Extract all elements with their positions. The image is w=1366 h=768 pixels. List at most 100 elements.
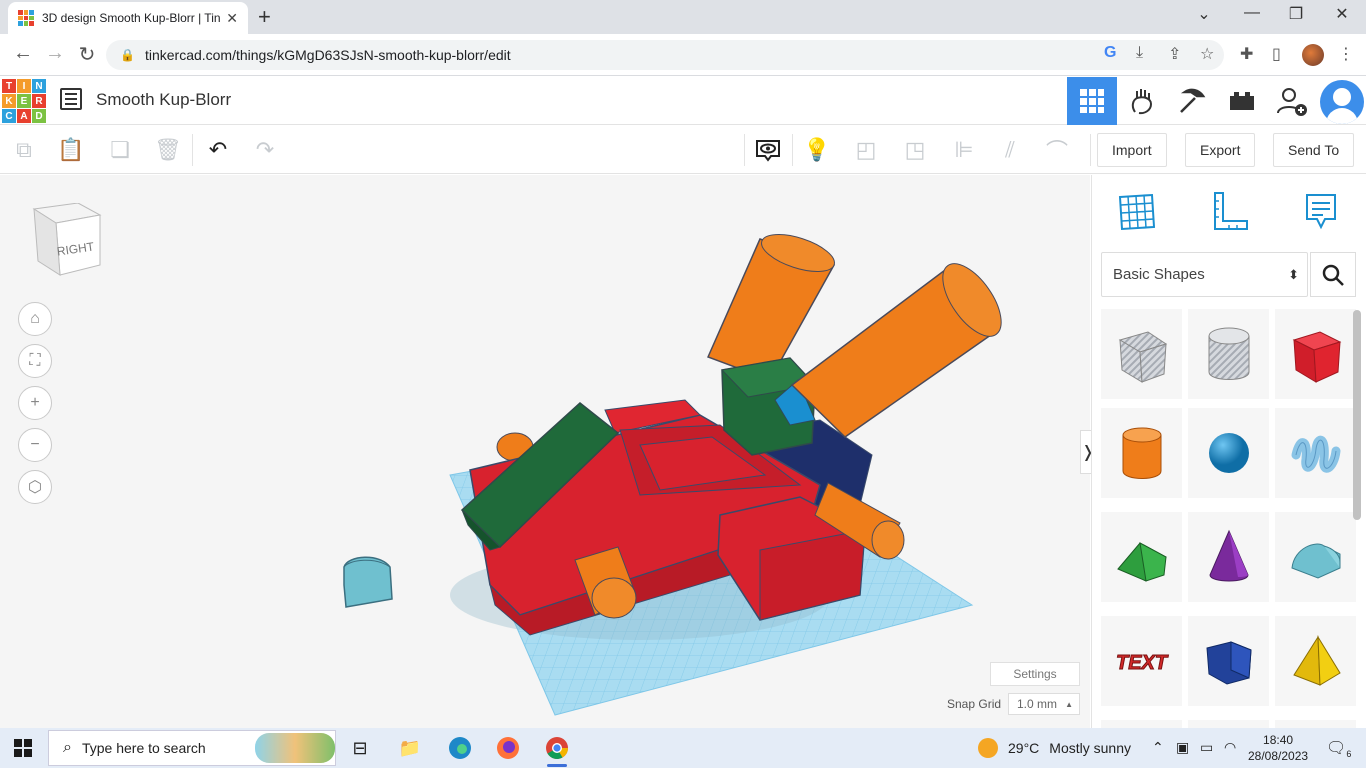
shape-roof[interactable]: [1101, 512, 1182, 602]
user-avatar[interactable]: [1320, 80, 1364, 124]
bookmark-star-icon[interactable]: ☆: [1200, 44, 1214, 64]
battery-icon[interactable]: ▭: [1200, 739, 1213, 756]
mirror-icon[interactable]: ⫽: [996, 136, 1024, 164]
workplane-grid-icon: [1118, 193, 1156, 231]
bricks-button[interactable]: [1217, 77, 1267, 125]
notes-button[interactable]: [1299, 189, 1343, 233]
shape-box-hole[interactable]: [1101, 309, 1182, 399]
clock-time: 18:40: [1263, 733, 1294, 747]
taskbar-search-box[interactable]: ⌕ Type here to search: [48, 730, 336, 766]
shape-text[interactable]: TEXT: [1101, 616, 1182, 706]
import-button[interactable]: Import: [1097, 133, 1167, 167]
design-list-icon[interactable]: [60, 88, 82, 110]
copy-icon[interactable]: ⧉: [10, 136, 38, 164]
shape-cylinder-hole[interactable]: [1188, 309, 1269, 399]
align-icon[interactable]: ⊫: [950, 136, 978, 164]
shape-pyramid[interactable]: [1275, 616, 1356, 706]
shape-box[interactable]: [1275, 309, 1356, 399]
grid-icon: [1080, 89, 1104, 113]
shape-category-select[interactable]: Basic Shapes ⬍: [1101, 252, 1308, 297]
browser-tab[interactable]: 3D design Smooth Kup-Blorr | Tinkercad ✕: [8, 2, 248, 34]
taskbar-search-placeholder: Type here to search: [81, 740, 206, 756]
extensions-puzzle-icon[interactable]: ✚: [1240, 44, 1253, 64]
lego-brick-icon: [1230, 92, 1254, 110]
duplicate-icon[interactable]: ❏: [106, 136, 134, 164]
forward-arrow-icon[interactable]: →: [42, 42, 68, 65]
ruler-button[interactable]: [1207, 189, 1251, 233]
shape-half-sphere[interactable]: [1188, 616, 1269, 706]
notifications-icon[interactable]: 🗨6: [1326, 738, 1351, 759]
pyramid-icon: [1292, 635, 1341, 686]
roof-icon: [1116, 542, 1167, 582]
edge-browser-icon[interactable]: [446, 734, 474, 762]
shape-round-roof[interactable]: [1275, 512, 1356, 602]
workplane-button[interactable]: [1114, 189, 1158, 233]
cruise-magnet-icon[interactable]: ⌒: [1043, 136, 1071, 164]
invite-user-button[interactable]: [1267, 77, 1317, 125]
notes-eye-icon[interactable]: [754, 136, 782, 164]
3d-view-grid-button[interactable]: [1067, 77, 1117, 125]
reload-icon[interactable]: ↻: [74, 42, 100, 67]
shape-search-button[interactable]: [1310, 252, 1356, 297]
workplane-viewport[interactable]: RIGHT ⌂ ⛶ + − ⬡ Settings Snap Grid 1.0 m…: [0, 175, 1090, 728]
url-field[interactable]: 🔒 tinkercad.com/things/kGMgD63SJsN-smoot…: [106, 40, 1224, 70]
panel-scrollbar[interactable]: [1353, 310, 1361, 520]
browser-profile-avatar[interactable]: [1302, 44, 1324, 66]
new-tab-icon[interactable]: +: [258, 4, 271, 30]
text-3d-icon: TEXT: [1115, 652, 1169, 675]
shape-scribble[interactable]: [1275, 408, 1356, 498]
logo-letter: K: [2, 94, 16, 108]
snap-grid-select[interactable]: 1.0 mm ▲: [1008, 693, 1080, 715]
shapes-panel: Basic Shapes ⬍ TEXT: [1091, 175, 1366, 728]
settings-button[interactable]: Settings: [990, 662, 1080, 686]
minimize-icon[interactable]: —: [1232, 4, 1272, 22]
cylinder-icon: [1122, 427, 1161, 479]
meet-now-icon[interactable]: ▣: [1176, 739, 1189, 756]
file-explorer-icon[interactable]: 📁: [396, 734, 424, 762]
blocks-button[interactable]: [1117, 77, 1167, 125]
browser-menu-icon[interactable]: ⋮: [1338, 44, 1354, 64]
share-icon[interactable]: ⇪: [1168, 44, 1181, 64]
tinkercad-logo[interactable]: T I N K E R C A D: [2, 79, 46, 123]
logo-letter: A: [17, 109, 31, 123]
task-view-icon[interactable]: ⊟: [346, 734, 374, 762]
weather-widget[interactable]: 29°C Mostly sunny: [978, 738, 1131, 758]
cylinder-shape[interactable]: [706, 227, 839, 381]
delete-trash-icon[interactable]: 🗑: [154, 136, 182, 164]
tab-search-chevron-icon[interactable]: ⌄: [1184, 4, 1224, 24]
shape-sphere[interactable]: [1188, 408, 1269, 498]
shape-cone[interactable]: [1188, 512, 1269, 602]
tinkercad-favicon: [18, 10, 34, 26]
shape-cylinder[interactable]: [1101, 408, 1182, 498]
close-icon[interactable]: ✕: [226, 10, 238, 27]
group-icon[interactable]: ◰: [852, 136, 880, 164]
tray-chevron-up-icon[interactable]: ⌃: [1152, 739, 1164, 756]
side-panel-icon[interactable]: ▯: [1272, 44, 1281, 64]
window-close-icon[interactable]: ✕: [1322, 4, 1362, 24]
pickaxe-icon: [1180, 88, 1206, 113]
partly-sunny-icon: [978, 738, 998, 758]
lightbulb-icon[interactable]: 💡: [803, 136, 831, 164]
install-app-icon[interactable]: ⤓: [1136, 44, 1143, 62]
weather-temperature: 29°C: [1008, 740, 1040, 756]
send-to-button[interactable]: Send To: [1273, 133, 1355, 167]
restore-icon[interactable]: ❐: [1276, 4, 1316, 24]
wifi-icon[interactable]: ◠: [1224, 739, 1236, 756]
firefox-icon[interactable]: [494, 734, 522, 762]
shape-tile-partial: [1101, 720, 1182, 728]
google-icon[interactable]: G: [1104, 44, 1116, 62]
build-pickaxe-button[interactable]: [1167, 77, 1217, 125]
system-clock[interactable]: 18:40 28/08/2023: [1248, 732, 1308, 764]
undo-icon[interactable]: ↶: [204, 136, 232, 164]
sphere-icon: [1208, 433, 1249, 473]
design-title[interactable]: Smooth Kup-Blorr: [96, 90, 231, 110]
redo-icon[interactable]: ↷: [251, 136, 279, 164]
chrome-icon[interactable]: [543, 734, 571, 767]
ungroup-icon[interactable]: ◳: [901, 136, 929, 164]
scene-canvas[interactable]: [0, 175, 1090, 728]
back-arrow-icon[interactable]: ←: [10, 42, 36, 65]
paste-icon[interactable]: 📋: [57, 136, 85, 164]
windows-start-icon[interactable]: [14, 739, 32, 757]
round-roof-shape[interactable]: [343, 556, 393, 608]
export-button[interactable]: Export: [1185, 133, 1256, 167]
